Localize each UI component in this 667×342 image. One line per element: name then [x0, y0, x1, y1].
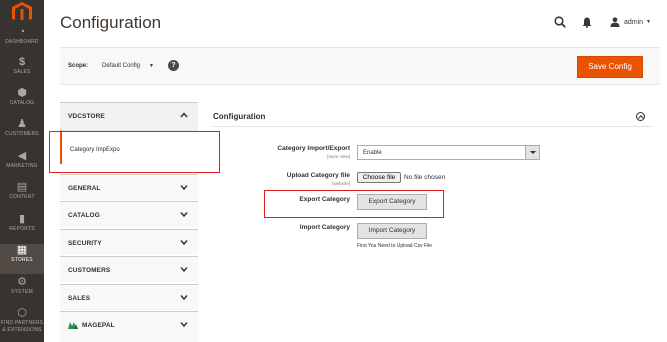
cube-icon: ⬢ [17, 87, 27, 99]
layout-icon: ▤ [16, 181, 28, 193]
upload-category-scope: [website] [332, 181, 350, 186]
admin-menu: ◔ DASHBOARD $ SALES ⬢ CATALOG ♟ CUSTOMER… [0, 0, 44, 342]
export-category-label: Export Category [299, 196, 350, 203]
file-status: No file chosen [404, 174, 446, 181]
select-value: Enable [363, 150, 382, 156]
megaphone-icon: ◀ [17, 150, 27, 162]
chevron-down-icon [180, 322, 188, 328]
user-icon[interactable] [610, 17, 620, 27]
tab-label: CATALOG [68, 212, 100, 219]
scope-label: Scope: [68, 63, 89, 69]
menu-item-dashboard[interactable]: ◔ DASHBOARD [0, 26, 44, 56]
menu-label: SYSTEM [11, 289, 33, 295]
magento-logo-icon[interactable] [10, 2, 34, 20]
menu-item-customers[interactable]: ♟ CUSTOMERS [0, 118, 44, 148]
import-hint: First You Need to Upload Csv File [357, 243, 433, 249]
header-actions: admin ▼ [554, 14, 651, 30]
tab-label: CUSTOMERS [68, 267, 111, 274]
chevron-down-icon [180, 295, 188, 301]
menu-item-sales[interactable]: $ SALES [0, 56, 44, 86]
scope-switcher[interactable]: Default Config [102, 63, 140, 69]
chevron-down-icon [180, 240, 188, 246]
export-category-button[interactable]: Export Category [357, 194, 427, 210]
tab-vdcstore[interactable]: VDCSTORE [60, 102, 198, 130]
menu-label: REPORTS [9, 226, 35, 232]
dollar-icon: $ [18, 56, 26, 68]
choose-file-button[interactable]: Choose file [357, 172, 401, 183]
import-export-label: Category Import/Export [277, 145, 350, 152]
upload-category-label: Upload Category file [286, 172, 350, 179]
import-category-label: Import Category [299, 224, 350, 231]
dropdown-arrow-icon[interactable] [525, 146, 539, 159]
magepal-logo-icon [68, 322, 78, 329]
section-divider [213, 126, 653, 127]
chevron-down-icon[interactable]: ▼ [149, 63, 154, 69]
tab-general[interactable]: GENERAL [60, 174, 198, 200]
person-icon: ♟ [17, 118, 27, 130]
tab-catalog[interactable]: CATALOG [60, 201, 198, 227]
search-icon[interactable] [554, 16, 566, 28]
tab-sales[interactable]: SALES [60, 284, 198, 310]
menu-label: CUSTOMERS [5, 131, 39, 137]
menu-item-catalog[interactable]: ⬢ CATALOG [0, 87, 44, 117]
import-export-select[interactable]: Enable [357, 145, 540, 160]
gear-icon: ⚙ [17, 276, 27, 288]
page-title: Configuration [60, 13, 162, 32]
menu-item-reports[interactable]: ▮ REPORTS [0, 213, 44, 243]
store-icon: ▦ [16, 244, 28, 256]
chevron-down-icon [180, 212, 188, 218]
dashboard-icon: ◔ [18, 26, 26, 38]
extensions-icon: ⬡ [17, 307, 27, 319]
menu-label: CONTENT [9, 194, 35, 200]
menu-item-system[interactable]: ⚙ SYSTEM [0, 276, 44, 306]
import-export-scope: [store view] [327, 154, 350, 159]
tab-label: GENERAL [68, 185, 101, 192]
chevron-down-icon[interactable]: ▼ [646, 19, 651, 25]
bar-chart-icon: ▮ [18, 213, 26, 225]
tab-magepal[interactable]: MAGEPAL [60, 311, 198, 342]
tab-label: MAGEPAL [68, 322, 115, 329]
scope-bar: Scope: Default Config ▼ ? Save Config [60, 47, 660, 85]
import-category-button[interactable]: Import Category [357, 223, 427, 239]
tab-label: SALES [68, 295, 91, 302]
section-title[interactable]: Configuration [213, 112, 265, 121]
menu-item-content[interactable]: ▤ CONTENT [0, 181, 44, 211]
menu-label: SALES [13, 69, 31, 75]
help-icon[interactable]: ? [168, 60, 179, 71]
menu-label: CATALOG [9, 100, 35, 106]
tab-security[interactable]: SECURITY [60, 229, 198, 255]
chevron-down-icon [180, 267, 188, 273]
menu-label: MARKETING [6, 163, 38, 169]
menu-label: FIND PARTNERS & EXTENSIONS [0, 320, 44, 333]
menu-item-stores[interactable]: ▦ STORES [0, 244, 44, 274]
tab-customers[interactable]: CUSTOMERS [60, 256, 198, 282]
tab-label: SECURITY [68, 240, 102, 247]
admin-username[interactable]: admin [624, 19, 643, 26]
bell-icon[interactable] [582, 17, 592, 28]
menu-label: DASHBOARD [5, 39, 39, 45]
menu-item-find-partners[interactable]: ⬡ FIND PARTNERS & EXTENSIONS [0, 307, 44, 342]
collapse-toggle-icon[interactable] [636, 112, 645, 121]
menu-label: STORES [11, 257, 33, 263]
save-config-button[interactable]: Save Config [577, 56, 643, 78]
chevron-down-icon [180, 185, 188, 191]
highlight-box [49, 131, 220, 173]
chevron-up-icon [180, 112, 188, 118]
tab-magepal-label: MAGEPAL [82, 322, 115, 330]
menu-item-marketing[interactable]: ◀ MARKETING [0, 150, 44, 180]
tab-label: VDCSTORE [68, 113, 105, 120]
